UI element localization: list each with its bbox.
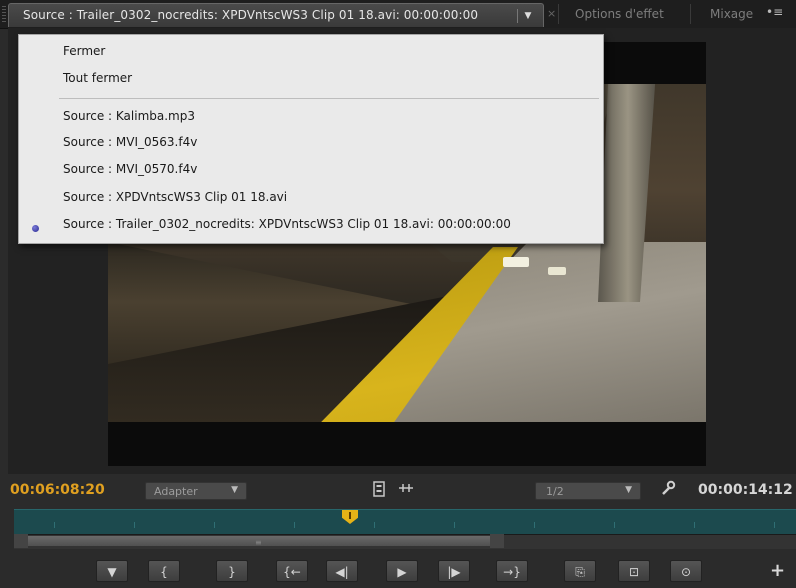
menu-item-source[interactable]: Source : XPDVntscWS3 Clip 01 18.avi [63,190,287,204]
tab-close-icon[interactable]: × [547,7,556,20]
chevron-down-icon: ▼ [231,485,238,495]
export-frame-button[interactable]: ⊙ [670,560,702,582]
insert-button[interactable]: ⎘ [564,560,596,582]
mark-in-button[interactable]: { [148,560,180,582]
mark-out-button[interactable]: } [216,560,248,582]
source-clip-menu: Fermer Tout fermer Source : Kalimba.mp3 … [18,34,604,244]
tab-effect-options[interactable]: Options d'effet [575,7,664,21]
ruler-tick [374,522,375,528]
ruler-tick [534,522,535,528]
tab-mixage[interactable]: Mixage [710,7,753,21]
go-to-out-button[interactable]: →} [496,560,528,582]
zoom-level-value: Adapter [154,485,198,498]
video-frame-light [503,257,529,267]
ruler-tick [134,522,135,528]
playhead-indicator [349,512,351,519]
ruler-tick [774,522,775,528]
monitor-control-row: 00:06:08:20 Adapter ▼ 1/2 ▼ 00:00:14:12 [0,474,796,508]
ruler-tick [294,522,295,528]
panel-menu-icon[interactable]: •≡ [766,5,783,19]
playback-resolution-value: 1/2 [546,485,564,498]
menu-item-close[interactable]: Fermer [63,44,105,58]
overwrite-button[interactable]: ⊡ [618,560,650,582]
step-forward-button[interactable]: |▶ [438,560,470,582]
step-back-button[interactable]: ◀| [326,560,358,582]
selected-radio-icon [32,225,39,232]
panel-grip[interactable] [2,6,6,22]
tab-source[interactable]: Source : Trailer_0302_nocredits: XPDVnts… [8,3,544,27]
tab-source-label: Source : Trailer_0302_nocredits: XPDVnts… [23,8,479,22]
zoom-scrollbar-right-handle[interactable] [490,534,504,548]
menu-item-source-selected[interactable]: Source : Trailer_0302_nocredits: XPDVnts… [63,217,511,231]
chevron-down-icon: ▼ [625,485,632,495]
panel-tab-bar: Source : Trailer_0302_nocredits: XPDVnts… [0,0,796,29]
zoom-scrollbar-left-handle[interactable] [14,534,28,548]
button-editor-add-icon[interactable]: + [770,560,785,581]
time-ruler[interactable] [14,509,796,534]
menu-item-source[interactable]: Source : MVI_0570.f4v [63,162,197,176]
duration-timecode: 00:00:14:12 [698,482,793,498]
add-marker-button[interactable]: ▼ [96,560,128,582]
menu-item-source[interactable]: Source : MVI_0563.f4v [63,135,197,149]
menu-separator [59,98,599,99]
tab-source-dropdown-button[interactable]: ▼ [517,9,538,23]
ruler-tick [54,522,55,528]
drag-video-audio-icon[interactable] [398,481,414,499]
wrench-icon[interactable] [660,480,676,500]
menu-item-close-all[interactable]: Tout fermer [63,71,132,85]
ruler-tick [614,522,615,528]
zoom-level-select[interactable]: Adapter ▼ [145,482,247,500]
ruler-tick [454,522,455,528]
ruler-tick [214,522,215,528]
menu-item-source[interactable]: Source : Kalimba.mp3 [63,109,195,123]
go-to-in-button[interactable]: {← [276,560,308,582]
safe-margins-icon[interactable] [373,481,385,497]
tab-divider [690,4,691,24]
grip-icon: ≡ [255,538,262,547]
video-frame-light [548,267,566,275]
play-button[interactable]: ▶ [386,560,418,582]
playhead-timecode[interactable]: 00:06:08:20 [10,482,105,498]
tab-divider [558,4,559,24]
playback-resolution-select[interactable]: 1/2 ▼ [535,482,641,500]
ruler-tick [694,522,695,528]
letterbox-bottom [108,422,706,466]
